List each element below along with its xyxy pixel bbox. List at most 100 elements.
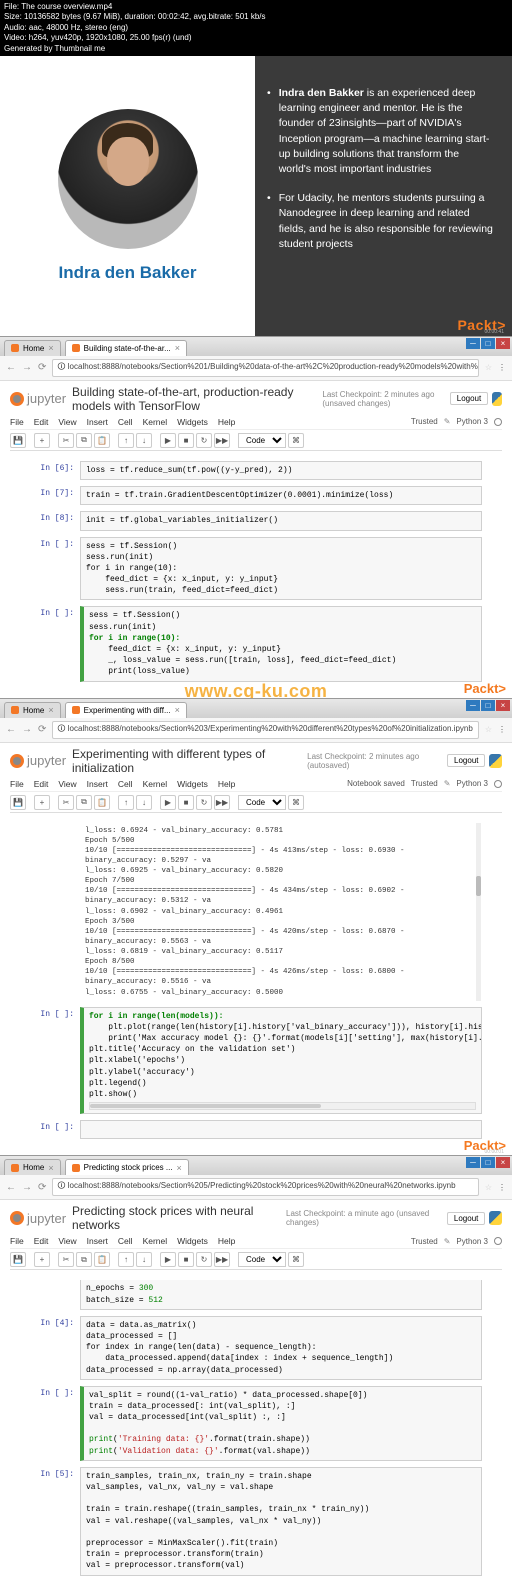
- add-cell-button[interactable]: +: [34, 1252, 50, 1267]
- menu-help[interactable]: Help: [218, 779, 235, 789]
- menu-file[interactable]: File: [10, 779, 24, 789]
- code-cell[interactable]: loss = tf.reduce_sum(tf.pow((y-y_pred), …: [80, 461, 482, 480]
- move-down-button[interactable]: ↓: [136, 795, 152, 810]
- menu-cell[interactable]: Cell: [118, 417, 133, 427]
- code-cell[interactable]: train = tf.train.GradientDescentOptimize…: [80, 486, 482, 505]
- jupyter-logo[interactable]: jupyter: [10, 1211, 66, 1226]
- close-icon[interactable]: ×: [175, 705, 180, 715]
- menu-insert[interactable]: Insert: [87, 1236, 108, 1246]
- forward-icon[interactable]: →: [22, 1182, 32, 1193]
- edit-icon[interactable]: ✎: [444, 417, 451, 426]
- stop-button[interactable]: ■: [178, 795, 194, 810]
- h-scrollbar[interactable]: [89, 1102, 476, 1110]
- run-all-button[interactable]: ▶▶: [214, 1252, 230, 1267]
- menu-help[interactable]: Help: [218, 417, 235, 427]
- tab-home[interactable]: Home×: [4, 1159, 61, 1175]
- restart-button[interactable]: ↻: [196, 1252, 212, 1267]
- kernel-name[interactable]: Python 3: [456, 417, 488, 426]
- close-icon[interactable]: ×: [177, 1163, 182, 1173]
- cut-button[interactable]: ✂: [58, 1252, 74, 1267]
- restart-button[interactable]: ↻: [196, 433, 212, 448]
- add-cell-button[interactable]: +: [34, 795, 50, 810]
- code-cell-active[interactable]: val_split = round((1-val_ratio) * data_p…: [80, 1386, 482, 1461]
- jupyter-logo[interactable]: jupyter: [10, 391, 66, 406]
- bookmark-icon[interactable]: ☆: [485, 725, 492, 734]
- menu-widgets[interactable]: Widgets: [177, 1236, 208, 1246]
- minimize-button[interactable]: ─: [466, 700, 480, 711]
- forward-icon[interactable]: →: [22, 724, 32, 735]
- menu-kernel[interactable]: Kernel: [143, 417, 168, 427]
- cut-button[interactable]: ✂: [58, 433, 74, 448]
- add-cell-button[interactable]: +: [34, 433, 50, 448]
- copy-button[interactable]: ⧉: [76, 433, 92, 448]
- kernel-name[interactable]: Python 3: [456, 1237, 488, 1246]
- edit-icon[interactable]: ✎: [444, 1237, 451, 1246]
- paste-button[interactable]: 📋: [94, 1252, 110, 1267]
- menu-kernel[interactable]: Kernel: [143, 779, 168, 789]
- minimize-button[interactable]: ─: [466, 1157, 480, 1168]
- run-button[interactable]: ▶: [160, 795, 176, 810]
- save-button[interactable]: 💾: [10, 433, 26, 448]
- menu-widgets[interactable]: Widgets: [177, 417, 208, 427]
- edit-icon[interactable]: ✎: [444, 779, 451, 788]
- paste-button[interactable]: 📋: [94, 433, 110, 448]
- menu-icon[interactable]: ⋮: [498, 725, 506, 734]
- move-up-button[interactable]: ↑: [118, 1252, 134, 1267]
- run-button[interactable]: ▶: [160, 433, 176, 448]
- menu-insert[interactable]: Insert: [87, 779, 108, 789]
- move-up-button[interactable]: ↑: [118, 795, 134, 810]
- url-input[interactable]: 🛈 localhost:8888/notebooks/Section%201/B…: [52, 359, 478, 377]
- reload-icon[interactable]: ⟳: [38, 362, 46, 373]
- logout-button[interactable]: Logout: [447, 1212, 485, 1225]
- cell-type-select[interactable]: Code: [238, 433, 286, 448]
- notebook-title[interactable]: Building state-of-the-art, production-re…: [72, 385, 318, 413]
- menu-icon[interactable]: ⋮: [498, 363, 506, 372]
- code-cell[interactable]: init = tf.global_variables_initializer(): [80, 511, 482, 530]
- maximize-button[interactable]: □: [481, 1157, 495, 1168]
- scrollbar-thumb[interactable]: [476, 876, 481, 896]
- maximize-button[interactable]: □: [481, 700, 495, 711]
- kernel-name[interactable]: Python 3: [456, 779, 488, 788]
- tab-notebook[interactable]: Experimenting with diff...×: [65, 702, 187, 718]
- menu-file[interactable]: File: [10, 1236, 24, 1246]
- menu-view[interactable]: View: [58, 779, 76, 789]
- cut-button[interactable]: ✂: [58, 795, 74, 810]
- code-cell[interactable]: n_epochs = 300 batch_size = 512: [80, 1280, 482, 1309]
- command-palette-button[interactable]: ⌘: [288, 795, 304, 810]
- menu-edit[interactable]: Edit: [34, 1236, 49, 1246]
- menu-edit[interactable]: Edit: [34, 779, 49, 789]
- close-icon[interactable]: ×: [48, 1163, 53, 1173]
- close-button[interactable]: ×: [496, 338, 510, 349]
- notebook-title[interactable]: Predicting stock prices with neural netw…: [72, 1204, 282, 1232]
- menu-view[interactable]: View: [58, 417, 76, 427]
- maximize-button[interactable]: □: [481, 338, 495, 349]
- reload-icon[interactable]: ⟳: [38, 724, 46, 735]
- bookmark-icon[interactable]: ☆: [485, 1183, 492, 1192]
- code-cell-active[interactable]: for i in range(len(models)): plt.plot(ra…: [80, 1007, 482, 1115]
- tab-home[interactable]: Home×: [4, 340, 61, 356]
- trusted-label[interactable]: Trusted: [411, 1237, 438, 1246]
- close-button[interactable]: ×: [496, 700, 510, 711]
- trusted-label[interactable]: Trusted: [411, 779, 438, 788]
- code-cell[interactable]: train_samples, train_nx, train_ny = trai…: [80, 1467, 482, 1576]
- bookmark-icon[interactable]: ☆: [485, 363, 492, 372]
- reload-icon[interactable]: ⟳: [38, 1182, 46, 1193]
- save-button[interactable]: 💾: [10, 1252, 26, 1267]
- menu-cell[interactable]: Cell: [118, 1236, 133, 1246]
- stop-button[interactable]: ■: [178, 433, 194, 448]
- tab-notebook[interactable]: Predicting stock prices ...×: [65, 1159, 189, 1175]
- scrollbar[interactable]: [476, 823, 481, 1001]
- jupyter-logo[interactable]: jupyter: [10, 753, 66, 768]
- cell-type-select[interactable]: Code: [238, 1252, 286, 1267]
- menu-file[interactable]: File: [10, 417, 24, 427]
- menu-kernel[interactable]: Kernel: [143, 1236, 168, 1246]
- run-all-button[interactable]: ▶▶: [214, 795, 230, 810]
- copy-button[interactable]: ⧉: [76, 795, 92, 810]
- back-icon[interactable]: ←: [6, 362, 16, 373]
- logout-button[interactable]: Logout: [447, 754, 485, 767]
- menu-icon[interactable]: ⋮: [498, 1183, 506, 1192]
- forward-icon[interactable]: →: [22, 362, 32, 373]
- trusted-label[interactable]: Trusted: [411, 417, 438, 426]
- logout-button[interactable]: Logout: [450, 392, 488, 405]
- paste-button[interactable]: 📋: [94, 795, 110, 810]
